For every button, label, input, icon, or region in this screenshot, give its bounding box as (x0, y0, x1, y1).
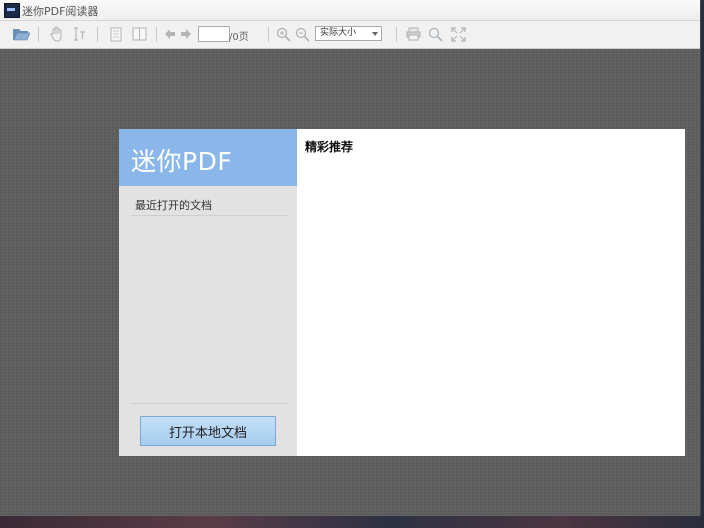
search-icon[interactable] (427, 25, 443, 43)
single-page-icon[interactable] (108, 25, 124, 43)
zoom-level-select[interactable]: 实际大小 (315, 26, 382, 41)
start-sidebar: 迷你PDF 最近打开的文档 打开本地文档 (119, 129, 297, 456)
next-arrow-icon[interactable] (179, 25, 192, 43)
toolbar-separator (38, 27, 39, 42)
app-logo-icon (4, 3, 20, 18)
page-total-label: /0页 (229, 32, 249, 43)
hand-icon[interactable] (49, 25, 65, 43)
desktop-background (0, 516, 704, 528)
brand-header: 迷你PDF (119, 129, 297, 186)
start-panel: 迷你PDF 最近打开的文档 打开本地文档 精彩推荐 (119, 129, 685, 456)
featured-heading: 精彩推荐 (305, 140, 354, 154)
print-icon[interactable] (405, 25, 421, 43)
zoom-in-icon[interactable] (275, 25, 291, 43)
recent-documents-heading: 最近打开的文档 (135, 199, 212, 212)
window-title: 迷你PDF阅读器 (22, 5, 99, 18)
folder-open-icon[interactable] (12, 25, 30, 43)
app-window: 迷你PDF阅读器 /0页 实际大小 迷你PDF 最近打开的文档 打开本地文档 精… (0, 0, 701, 516)
divider (131, 215, 287, 216)
chevron-down-icon (372, 32, 378, 36)
toolbar-separator (268, 27, 269, 42)
fullscreen-icon[interactable] (450, 25, 466, 43)
brand-title: 迷你PDF (131, 147, 233, 176)
page-number-input[interactable] (198, 26, 230, 42)
toolbar-separator (396, 27, 397, 42)
title-bar: 迷你PDF阅读器 (0, 0, 700, 21)
toolbar-separator (156, 27, 157, 42)
two-page-icon[interactable] (131, 25, 147, 43)
toolbar: /0页 实际大小 (0, 21, 700, 49)
divider (131, 403, 287, 404)
zoom-level-value: 实际大小 (320, 28, 357, 38)
toolbar-separator (97, 27, 98, 42)
prev-arrow-icon[interactable] (163, 25, 176, 43)
open-local-document-button[interactable]: 打开本地文档 (140, 416, 276, 446)
text-select-icon[interactable] (71, 25, 87, 43)
zoom-out-icon[interactable] (294, 25, 310, 43)
